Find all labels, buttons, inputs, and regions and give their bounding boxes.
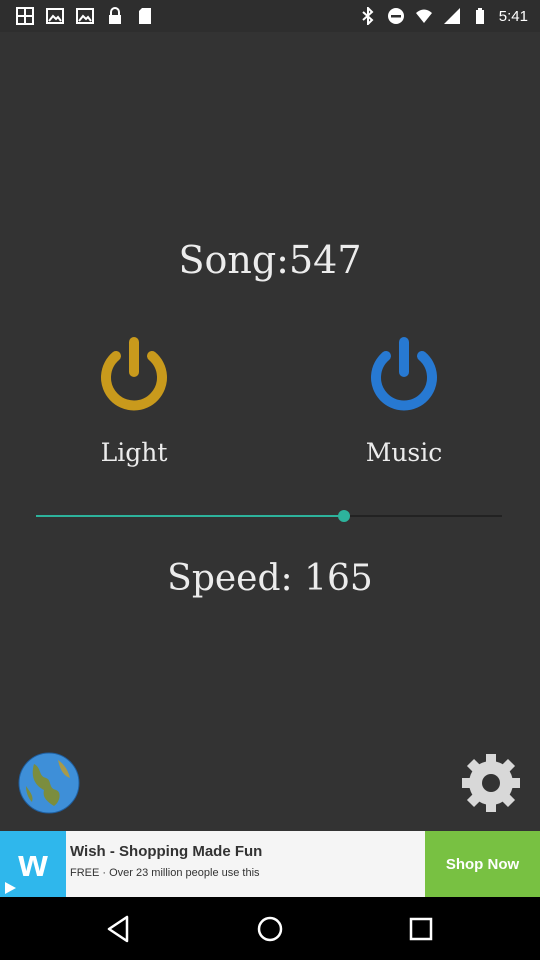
globe-button[interactable] [18,752,80,814]
ad-banner[interactable]: w Wish - Shopping Made Fun FREE · Over 2… [0,831,540,897]
image-icon [46,8,64,24]
ad-choices-icon[interactable] [0,879,20,897]
slider-fill [36,515,344,517]
grid-icon [16,7,34,25]
battery-icon [475,8,484,24]
bluetooth-icon [362,7,374,25]
globe-icon [18,752,80,814]
song-title: Song:547 [178,238,362,282]
gear-icon [462,754,520,812]
light-label: Light [100,438,168,467]
sd-card-icon [139,8,151,24]
speed-slider[interactable] [36,506,502,526]
speed-value: Speed: 165 [167,558,373,599]
lock-icon [109,7,121,24]
back-icon[interactable] [103,913,135,945]
ad-title: Wish - Shopping Made Fun [70,843,263,860]
do-not-disturb-icon [387,8,404,24]
ad-subtitle: FREE · Over 23 million people use this [70,867,260,879]
image-icon [76,8,94,24]
status-right-icons: 5:41 [359,7,540,25]
status-bar: 5:41 [0,0,540,32]
settings-button[interactable] [460,752,522,814]
navigation-bar [0,897,540,960]
home-icon[interactable] [254,913,286,945]
slider-thumb[interactable] [337,510,350,522]
music-power-button[interactable] [364,334,444,418]
status-left-icons [0,7,154,25]
power-icon [371,337,437,411]
light-power-button[interactable] [94,334,174,418]
music-label: Music [365,438,443,467]
shop-now-button[interactable]: Shop Now [425,831,540,897]
recent-apps-icon[interactable] [405,913,437,945]
wifi-icon [415,9,432,23]
signal-icon [443,8,460,24]
clock: 5:41 [498,7,528,25]
power-icon [101,337,167,411]
